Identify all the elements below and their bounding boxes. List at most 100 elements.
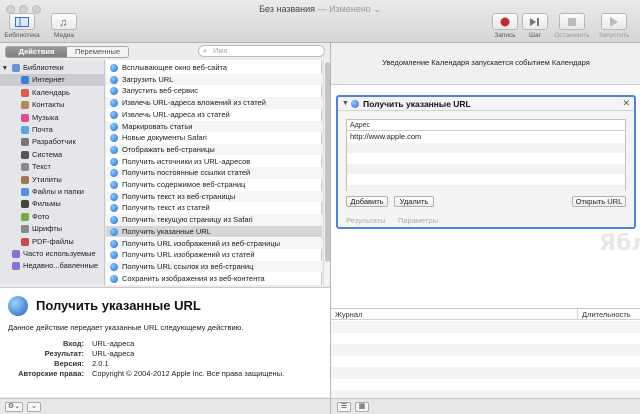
list-item[interactable]: Получить URL изображений из веб-страницы xyxy=(106,237,322,250)
grid-view-button[interactable]: ▦ xyxy=(355,402,369,412)
sidebar-item-label: Почта xyxy=(32,125,53,134)
list-item[interactable]: Загрузить URL xyxy=(106,73,322,86)
list-item[interactable]: Маркировать статьи xyxy=(106,120,322,133)
add-button[interactable]: Добавить xyxy=(346,196,388,207)
safari-compass-icon xyxy=(110,122,118,131)
list-item-label: Получить URL изображений из веб-страницы xyxy=(122,238,281,248)
list-item-label: Всплывающее окно веб-сайта xyxy=(122,63,228,72)
url-table[interactable]: Адрес http://www.apple.com xyxy=(346,119,626,195)
smart-folder-icon xyxy=(12,262,20,271)
list-item[interactable]: Получить постоянные ссылки статей xyxy=(106,167,322,179)
sidebar-item-15[interactable]: Часто используемые xyxy=(0,248,104,260)
list-item[interactable]: Получить указанные URL xyxy=(106,225,322,238)
safari-compass-icon xyxy=(110,192,118,201)
gear-menu-button[interactable]: ⚙⌄ xyxy=(5,402,23,412)
disclosure-triangle-icon[interactable]: ▾ xyxy=(3,62,7,74)
list-item[interactable]: Получить текст из статей xyxy=(106,202,322,214)
tab-options[interactable]: Параметры xyxy=(398,216,438,225)
svg-text:♫: ♫ xyxy=(59,17,67,27)
sidebar-item-8[interactable]: Текст xyxy=(0,161,104,173)
list-item-label: Получить текущую страницу из Safari xyxy=(122,215,253,225)
action-list-scrollbar[interactable] xyxy=(323,60,330,285)
safari-compass-icon xyxy=(110,157,118,166)
text-icon xyxy=(21,163,29,172)
utilities-icon xyxy=(21,175,29,184)
action-card-title: Получить указанные URL xyxy=(363,99,471,109)
table-row[interactable] xyxy=(347,174,625,185)
safari-compass-icon xyxy=(110,64,118,72)
stop-button[interactable] xyxy=(559,13,585,30)
step-button[interactable] xyxy=(522,13,548,30)
stop-label: Остановить xyxy=(554,32,590,39)
list-item[interactable]: Получить текст из веб-страницы xyxy=(106,190,322,203)
list-item[interactable]: Извлечь URL-адреса из статей xyxy=(106,109,322,121)
sidebar-item-11[interactable]: Фильмы xyxy=(0,198,104,210)
delete-button[interactable]: Удалить xyxy=(394,196,434,207)
library-button[interactable] xyxy=(9,13,35,30)
action-card-header: ▼ Получить указанные URL ✕ xyxy=(338,97,634,111)
sidebar-item-14[interactable]: PDF-файлы xyxy=(0,236,104,248)
media-icon: ♫ xyxy=(59,17,67,27)
sidebar-item-4[interactable]: Музыка xyxy=(0,112,104,124)
sidebar-item-2[interactable]: Календарь xyxy=(0,87,104,99)
sidebar-item-0[interactable]: ▾ Библиотеки xyxy=(0,62,104,74)
sidebar-item-label: Интернет xyxy=(32,75,65,85)
sidebar-item-12[interactable]: Фото xyxy=(0,211,104,223)
list-view-button[interactable]: ☰ xyxy=(337,402,351,412)
sidebar-item-10[interactable]: Файлы и папки xyxy=(0,186,104,198)
table-row[interactable] xyxy=(347,184,625,195)
list-item-label: Извлечь URL-адреса вложений из статей xyxy=(122,98,266,108)
list-item[interactable]: Получить источники из URL-адресов xyxy=(106,156,322,168)
list-item-label: Получить URL изображений из статей xyxy=(122,250,255,260)
finder-icon xyxy=(21,188,29,196)
list-item[interactable]: Получить URL изображений из статей xyxy=(106,249,322,261)
right-bottom-bar: ☰ ▦ xyxy=(330,398,640,414)
window-title-text: Без названия xyxy=(259,4,316,14)
table-row[interactable]: http://www.apple.com xyxy=(347,132,625,143)
list-item[interactable]: Получить содержимое веб-страниц xyxy=(106,179,322,191)
sidebar-item-1[interactable]: Интернет xyxy=(0,74,104,87)
list-item[interactable]: Новые документы Safari xyxy=(106,132,322,144)
description-title: Получить указанные URL xyxy=(36,298,201,313)
sidebar-item-5[interactable]: Почта xyxy=(0,124,104,136)
list-item-label: Запустить веб-сервис xyxy=(122,86,199,96)
sidebar-item-6[interactable]: Разработчик xyxy=(0,136,104,148)
window-status-text[interactable]: — Изменено ⌄ xyxy=(318,4,381,14)
safari-compass-icon xyxy=(110,110,118,119)
sidebar-item-16[interactable]: Недавно...бавленные xyxy=(0,260,104,272)
list-item[interactable]: Получить текущую страницу из Safari xyxy=(106,214,322,226)
action-card[interactable]: ▼ Получить указанные URL ✕ Адрес http://… xyxy=(336,95,636,229)
tab-actions[interactable]: Действия xyxy=(6,47,67,57)
log-column-header[interactable]: Журнал xyxy=(335,309,362,320)
record-button[interactable] xyxy=(492,13,518,30)
table-row[interactable] xyxy=(347,142,625,153)
list-item-label: Получить источники из URL-адресов xyxy=(122,156,251,166)
result-key: Результат: xyxy=(44,349,84,358)
safari-compass-icon xyxy=(110,134,118,143)
close-icon[interactable]: ✕ xyxy=(622,98,630,109)
sidebar-item-9[interactable]: Утилиты xyxy=(0,174,104,186)
sidebar-item-label: Утилиты xyxy=(32,174,62,184)
table-row[interactable] xyxy=(347,153,625,164)
duration-column-header[interactable]: Длительность xyxy=(577,309,631,320)
toolbar: Без названия — Изменено ⌄ Библиотека ♫ М… xyxy=(0,0,640,43)
disclosure-triangle-icon[interactable]: ▼ xyxy=(342,100,349,107)
list-item[interactable]: Получить URL ссылок из веб-страниц xyxy=(106,260,322,273)
list-item[interactable]: Отображать веб-страницы xyxy=(106,143,322,156)
table-row[interactable] xyxy=(347,163,625,174)
search-input[interactable]: ⌕ Имя xyxy=(198,45,325,57)
list-item[interactable]: Извлечь URL-адреса вложений из статей xyxy=(106,97,322,109)
sidebar-item-13[interactable]: Шрифты xyxy=(0,223,104,235)
list-item[interactable]: Запустить веб-сервис xyxy=(106,85,322,97)
list-item[interactable]: Всплывающее окно веб-сайта xyxy=(106,62,322,74)
list-item[interactable]: Сохранить изображения из веб-контента xyxy=(106,273,322,285)
sidebar-item-7[interactable]: Система xyxy=(0,149,104,161)
tab-variables[interactable]: Переменные xyxy=(67,47,128,57)
sidebar-item-3[interactable]: Контакты xyxy=(0,99,104,111)
run-button[interactable] xyxy=(601,13,627,30)
step-icon xyxy=(530,17,539,26)
description-toggle-button[interactable]: ⌄ xyxy=(27,402,41,412)
open-url-button[interactable]: Открыть URL xyxy=(572,196,626,207)
tab-results[interactable]: Результаты xyxy=(346,216,386,225)
media-button[interactable]: ♫ xyxy=(51,13,77,30)
